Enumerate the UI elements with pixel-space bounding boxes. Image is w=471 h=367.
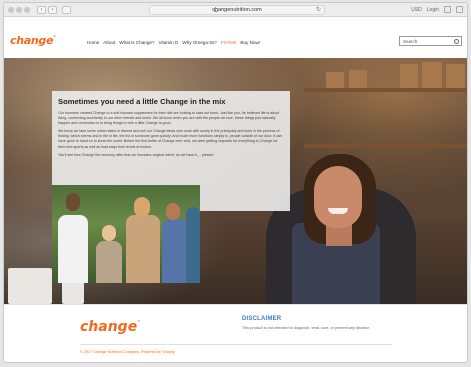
maximize-window-icon[interactable] — [24, 7, 30, 13]
close-window-icon[interactable] — [8, 7, 14, 13]
minimize-window-icon[interactable] — [16, 7, 22, 13]
search-icon[interactable] — [454, 39, 459, 44]
nav-item-vitamin-d[interactable]: Vitamin D — [159, 40, 179, 45]
intro-paragraph: You'll see how Change the recovery after… — [58, 152, 214, 157]
nav-item-fit-pets[interactable]: Fit Pets — [221, 40, 237, 45]
barista-face — [314, 166, 362, 228]
coffee-bag — [326, 72, 344, 88]
barista-smile — [328, 208, 348, 214]
back-icon[interactable]: ‹ — [37, 6, 46, 14]
currency-selector[interactable]: USD — [411, 7, 422, 13]
person — [186, 207, 200, 283]
person — [58, 215, 88, 283]
nav-item-home[interactable]: Home — [87, 40, 99, 45]
share-icon[interactable] — [444, 6, 451, 13]
nav-item-buy-now[interactable]: Buy Now! — [240, 40, 260, 45]
forward-icon[interactable]: › — [48, 6, 57, 14]
hero-banner: Sometimes you need a little Change in th… — [4, 58, 467, 304]
reload-icon[interactable]: ↻ — [316, 6, 321, 14]
group-photo — [52, 185, 200, 283]
person-head — [66, 193, 80, 211]
coffee-bag — [349, 70, 367, 88]
footer-logo[interactable]: change® — [80, 319, 140, 335]
site-logo[interactable]: change® — [10, 34, 56, 47]
cup-stack — [8, 268, 52, 304]
tabs-icon[interactable] — [456, 6, 463, 13]
account-login-link[interactable]: Login — [427, 7, 439, 13]
intro-paragraph: Our founders created Change to a soft fo… — [58, 111, 280, 126]
person — [126, 215, 160, 283]
intro-paragraph: We know we take some cotton tasks in div… — [58, 129, 282, 149]
nav-item-omega-3s[interactable]: Why Omega-3s? — [182, 40, 216, 45]
nav-item-about[interactable]: About — [103, 40, 115, 45]
person — [162, 219, 188, 283]
main-nav: Home About What is Change? Vitamin D Why… — [87, 40, 260, 45]
search-placeholder: Search — [403, 39, 418, 44]
browser-window: ‹ › changenutrition.com ↻ USD Login chan… — [3, 2, 468, 363]
person-head — [102, 225, 116, 241]
search-input[interactable]: Search — [399, 36, 462, 46]
sidebar-icon[interactable] — [62, 6, 71, 14]
person — [96, 241, 122, 283]
person-head — [134, 197, 150, 217]
coffee-bag — [400, 64, 418, 88]
person-head — [166, 203, 180, 220]
lock-icon — [214, 8, 218, 12]
site-header: change® Home About What is Change? Vitam… — [4, 17, 467, 58]
address-url: changenutrition.com — [212, 7, 262, 13]
coffee-bag — [446, 64, 465, 88]
intro-heading: Sometimes you need a little Change in th… — [58, 97, 226, 106]
nav-item-what-is-change[interactable]: What is Change? — [119, 40, 154, 45]
copyright-text: © 2017 Change Nutrition Company. Powered… — [80, 350, 175, 354]
shelf — [304, 88, 467, 92]
shelf — [304, 144, 467, 148]
site-footer: change® DISCLAIMER This product is not i… — [4, 304, 467, 362]
browser-toolbar: ‹ › changenutrition.com ↻ USD Login — [4, 3, 467, 17]
disclaimer-text: This product is not intended to diagnose… — [242, 326, 371, 330]
browser-actions: USD Login — [411, 6, 463, 13]
disclaimer-title: DISCLAIMER — [242, 316, 282, 322]
footer-divider — [80, 344, 392, 345]
coffee-bag — [422, 62, 442, 88]
address-bar[interactable]: changenutrition.com ↻ — [149, 5, 325, 15]
